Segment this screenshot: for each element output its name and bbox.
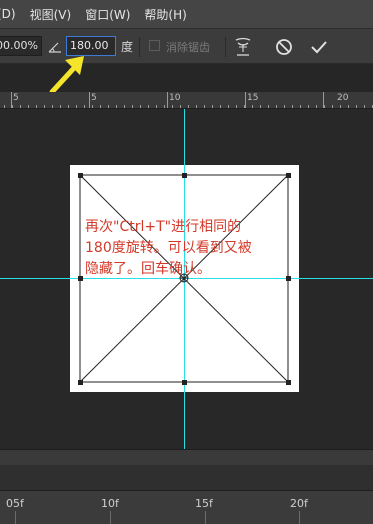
ruler-tick [356,105,357,108]
note-line: 180度旋转。可以看到又被 [85,240,252,256]
divider [139,37,140,57]
ruler-tick [164,105,165,108]
ruler-tick [4,105,5,108]
status-strip [0,449,373,465]
warp-mode-icon[interactable] [234,37,252,57]
frame-tick [110,511,111,524]
ruler-tick [156,105,157,108]
ruler-tick [260,105,261,108]
menu-item-partial[interactable]: (D) [0,7,16,21]
note-line: 再次"Ctrl+T"进行相同的 [85,219,242,235]
ruler-label: 15 [247,93,259,103]
ruler-tick [132,105,133,108]
ruler-tick [324,105,325,108]
ruler-tick [20,105,21,108]
ruler-tick [348,105,349,108]
ruler-tick [204,105,205,108]
ruler-major-tick [11,92,12,108]
ruler-major-tick [89,92,90,108]
menu-item-view[interactable]: 视图(V) [30,6,72,23]
menu-item-window[interactable]: 窗口(W) [85,6,130,23]
frame-tick [15,511,16,524]
cancel-transform-icon[interactable] [275,38,293,56]
ruler-tick [28,105,29,108]
ruler-major-tick [167,92,168,108]
angle-unit-label: 度 [121,40,134,54]
menu-item-help[interactable]: 帮助(H) [144,6,186,23]
frame-label: 20f [290,497,308,510]
frame-tick [299,511,300,524]
frame-tick [205,511,206,524]
annotation-arrow-icon [49,56,84,95]
frame-label: 15f [195,497,213,510]
ruler-tick [220,105,221,108]
ruler-tick [196,105,197,108]
ruler-tick [276,105,277,108]
ruler-label: 10 [169,93,181,103]
divider [225,37,226,57]
ruler-tick [236,105,237,108]
ruler-tick [188,105,189,108]
frame-label: 10f [101,497,119,510]
ruler-tick [44,105,45,108]
antialias-checkbox[interactable] [149,40,160,51]
ruler-tick [84,105,85,108]
ruler-tick [172,105,173,108]
ruler-tick [228,105,229,108]
ruler-tick [140,105,141,108]
ruler-tick [52,105,53,108]
ruler-tick [116,105,117,108]
timeline-frame-ruler[interactable]: 05f 10f 15f 20f [0,491,373,524]
ruler-tick [332,105,333,108]
ruler-tick [300,105,301,108]
canvas-area[interactable]: 再次"Ctrl+T"进行相同的 180度旋转。可以看到又被 隐藏了。回车确认。 [0,109,373,449]
ruler-tick [212,105,213,108]
ruler-label: 5 [91,93,97,103]
frame-label: 05f [6,497,24,510]
note-line: 隐藏了。回车确认。 [85,261,211,277]
ruler-label: 20 [337,93,349,103]
ruler-tick [148,105,149,108]
ruler-tick [60,105,61,108]
ruler-major-tick [323,92,324,108]
ruler-tick [284,105,285,108]
ruler-tick [108,105,109,108]
ruler-tick [252,105,253,108]
ruler-tick [76,105,77,108]
commit-transform-icon[interactable] [310,38,328,56]
ruler-tick [308,105,309,108]
ruler-tick [316,105,317,108]
ruler-tick [12,105,13,108]
ruler-tick [68,105,69,108]
ruler-tick [36,105,37,108]
ruler-label: 5 [13,93,19,103]
ruler-tick [180,105,181,108]
ruler-tick [92,105,93,108]
ruler-tick [364,105,365,108]
ruler-tick [268,105,269,108]
ruler-major-tick [245,92,246,108]
timeline-header [0,465,373,491]
ruler-tick [124,105,125,108]
scale-input[interactable]: 00.00% [0,36,42,56]
ruler-tick [340,105,341,108]
ruler-tick [100,105,101,108]
ruler-tick [292,105,293,108]
antialias-label: 消除锯齿 [166,41,210,54]
annotation-note: 再次"Ctrl+T"进行相同的 180度旋转。可以看到又被 隐藏了。回车确认。 [85,217,275,280]
menu-bar: (D) 视图(V) 窗口(W) 帮助(H) [0,0,373,28]
horizontal-ruler: 5 5 10 15 20 [0,92,373,109]
